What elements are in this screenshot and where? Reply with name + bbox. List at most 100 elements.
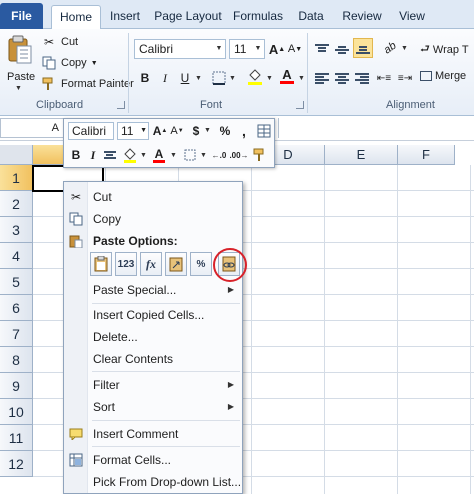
menu-item-pick-from-list[interactable]: Pick From Drop-down List... [64,471,242,493]
name-box[interactable]: A [0,118,64,138]
menu-item-delete[interactable]: Delete... [64,326,242,348]
font-size-combo[interactable]: 11 ▼ [229,39,265,59]
row-header-6[interactable]: 6 [0,295,33,321]
mini-percent-button[interactable]: % [218,122,232,140]
mini-shrink-font-button[interactable]: A ▼ [170,122,184,140]
font-dialog-launcher[interactable] [296,101,304,109]
menu-item-clear-contents[interactable]: Clear Contents [64,348,242,370]
menu-item-sort[interactable]: Sort ▶ [64,396,242,418]
menu-item-cut[interactable]: ✂ Cut [64,186,242,208]
row-header-1[interactable]: 1 [0,165,33,191]
tab-file[interactable]: File [0,3,43,29]
row-header-12[interactable]: 12 [0,451,33,477]
menu-item-format-cells[interactable]: Format Cells... [64,449,242,471]
copy-button[interactable]: Copy ▼ [41,54,98,72]
row-header-2[interactable]: 2 [0,191,33,217]
orientation-dropdown-arrow[interactable]: ▼ [401,45,408,52]
underline-dropdown-arrow[interactable]: ▼ [195,75,202,82]
grow-font-button[interactable]: A ▲ [268,40,286,58]
clipboard-dialog-launcher[interactable] [117,101,125,109]
mini-format-table-button[interactable] [256,122,272,140]
chevron-down-icon[interactable]: ▼ [140,123,147,139]
menu-item-copy[interactable]: Copy [64,208,242,230]
chevron-down-icon[interactable]: ▼ [213,40,225,58]
row-header-7[interactable]: 7 [0,321,33,347]
menu-item-insert-comment[interactable]: Insert Comment [64,423,242,445]
tab-formulas[interactable]: Formulas [230,5,286,29]
tab-home[interactable]: Home [51,5,101,30]
mini-bold-button[interactable]: B [68,146,84,164]
italic-button[interactable]: I [156,69,174,87]
mini-increase-decimal-button[interactable]: ←.0 [210,146,228,164]
row-header-5[interactable]: 5 [0,269,33,295]
merge-center-button[interactable]: Merge [420,70,466,82]
font-color-dropdown-arrow[interactable]: ▼ [298,75,305,82]
paste-option-values[interactable]: 123 [115,252,137,276]
mini-font-name-combo[interactable]: Calibri [68,122,114,140]
mini-font-color-dropdown-arrow[interactable]: ▼ [170,152,177,159]
menu-item-filter[interactable]: Filter ▶ [64,374,242,396]
mini-currency-button[interactable]: $ [190,122,202,140]
column-header-e[interactable]: E [325,145,398,165]
paste-option-transpose[interactable] [165,252,187,276]
borders-dropdown-arrow[interactable]: ▼ [229,75,236,82]
align-left-button[interactable] [313,69,331,87]
top-align-button[interactable] [313,39,331,57]
middle-align-button[interactable] [333,39,351,57]
chevron-down-icon[interactable]: ▼ [252,40,264,58]
column-header-f[interactable]: F [398,145,455,165]
mini-format-painter-button[interactable] [252,146,268,164]
mini-fill-color-button[interactable] [122,146,138,164]
bottom-align-button[interactable] [353,38,373,58]
wrap-text-button[interactable]: ⮐ Wrap T [420,40,469,59]
mini-decrease-decimal-button[interactable]: .00→ [229,146,248,164]
mini-font-size-combo[interactable]: 11 ▼ [117,122,149,140]
tab-insert[interactable]: Insert [104,5,146,29]
underline-button[interactable]: U [176,69,194,87]
mini-borders-dropdown-arrow[interactable]: ▼ [200,152,207,159]
mini-grow-font-button[interactable]: A ▲ [152,122,168,140]
menu-item-paste-special[interactable]: Paste Special... ▶ [64,279,242,301]
cut-button[interactable]: ✂ Cut [41,33,78,51]
tab-page-layout[interactable]: Page Layout [152,5,224,29]
fill-color-dropdown-arrow[interactable]: ▼ [266,75,273,82]
mini-fill-color-dropdown-arrow[interactable]: ▼ [140,152,147,159]
mini-borders-button[interactable] [182,146,198,164]
row-header-8[interactable]: 8 [0,347,33,373]
menu-item-insert-copied-cells[interactable]: Insert Copied Cells... [64,304,242,326]
align-center-button[interactable] [333,69,351,87]
mini-center-button[interactable] [102,146,118,164]
mini-currency-dropdown-arrow[interactable]: ▼ [204,127,211,134]
paste-option-formatting[interactable]: % [190,252,212,276]
align-right-button[interactable] [353,69,371,87]
row-header-9[interactable]: 9 [0,373,33,399]
bold-button[interactable]: B [136,69,154,87]
row-header-4[interactable]: 4 [0,243,33,269]
fill-color-button[interactable] [246,67,264,85]
shrink-font-button[interactable]: A ▼ [286,40,304,58]
font-name-combo[interactable]: Calibri ▼ [134,39,226,59]
paste-dropdown-arrow[interactable]: ▼ [15,85,22,92]
paste-option-paste[interactable] [90,252,112,276]
row-header-11[interactable]: 11 [0,425,33,451]
orientation-button[interactable]: ab [381,39,399,57]
decrease-indent-button[interactable]: ⇤≡ [375,69,393,87]
paintbrush-icon [253,148,264,161]
font-color-button[interactable]: A [278,67,296,85]
mini-comma-button[interactable]: , [238,122,250,140]
increase-indent-button[interactable]: ≡⇥ [396,69,414,87]
tab-view[interactable]: View [394,5,430,29]
paste-option-formulas[interactable]: fx [140,252,162,276]
tab-review[interactable]: Review [338,5,386,29]
row-header-3[interactable]: 3 [0,217,33,243]
format-painter-button[interactable]: Format Painter [41,75,134,93]
select-all-corner[interactable] [0,145,33,165]
mini-italic-button[interactable]: I [86,146,100,164]
row-header-10[interactable]: 10 [0,399,33,425]
tab-data[interactable]: Data [294,5,328,29]
copy-dropdown-arrow[interactable]: ▼ [91,60,98,67]
mini-font-color-button[interactable]: A [152,146,166,164]
formula-input[interactable] [278,118,474,138]
borders-button[interactable] [210,69,228,87]
paste-button[interactable]: Paste ▼ [3,33,36,92]
